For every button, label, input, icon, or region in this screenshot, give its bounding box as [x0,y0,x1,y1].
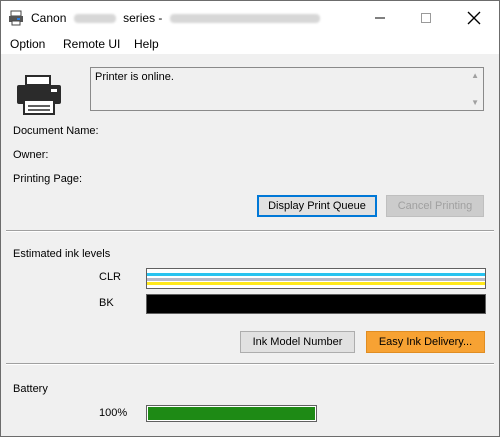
title-prefix: Canon [31,11,67,25]
printer-status-window: Canon series - Option Remote UI Help Pri… [0,0,500,437]
printing-page-label: Printing Page: [13,173,83,185]
menu-remote-ui[interactable]: Remote UI [63,37,120,51]
battery-level-fill [148,407,315,420]
printer-icon [17,75,61,115]
status-message: Printer is online. [95,71,174,83]
scroll-up-icon[interactable]: ▲ [471,71,479,80]
ink-cyan-stripe [147,273,485,276]
ink-clr-bar [146,268,486,289]
minimize-button[interactable] [357,1,403,34]
divider-bottom [6,363,494,365]
window-title: Canon series - [31,11,324,25]
redacted-model-name [73,14,116,24]
status-message-box[interactable]: Printer is online. ▲ ▼ [90,67,484,111]
display-print-queue-button[interactable]: Display Print Queue [257,195,377,217]
title-bar[interactable]: Canon series - [1,1,499,34]
ink-clr-label: CLR [99,271,122,283]
redacted-device-name [169,14,320,24]
battery-label: Battery [13,383,48,395]
title-suffix: series - [123,11,163,25]
ink-bk-label: BK [99,297,114,309]
divider-top [6,230,494,232]
close-button[interactable] [451,1,497,34]
document-name-label: Document Name: [13,125,99,137]
easy-ink-delivery-button[interactable]: Easy Ink Delivery... [366,331,485,353]
owner-label: Owner: [13,149,49,161]
maximize-button[interactable] [403,1,449,34]
printer-app-icon [9,10,23,26]
ink-yellow-stripe [147,282,485,285]
minimize-icon [375,17,385,18]
menu-option[interactable]: Option [10,37,45,51]
ink-levels-label: Estimated ink levels [13,248,111,260]
close-icon [467,11,481,24]
battery-level-bar [146,405,317,422]
ink-model-number-button[interactable]: Ink Model Number [240,331,355,353]
battery-percent: 100% [99,407,128,419]
menu-bar: Option Remote UI Help [1,34,499,54]
ink-magenta-stripe [147,278,485,281]
ink-bk-bar [146,294,486,314]
menu-help[interactable]: Help [134,37,159,51]
maximize-icon [421,12,431,23]
cancel-printing-button[interactable]: Cancel Printing [386,195,484,217]
scroll-down-icon[interactable]: ▼ [471,98,479,107]
